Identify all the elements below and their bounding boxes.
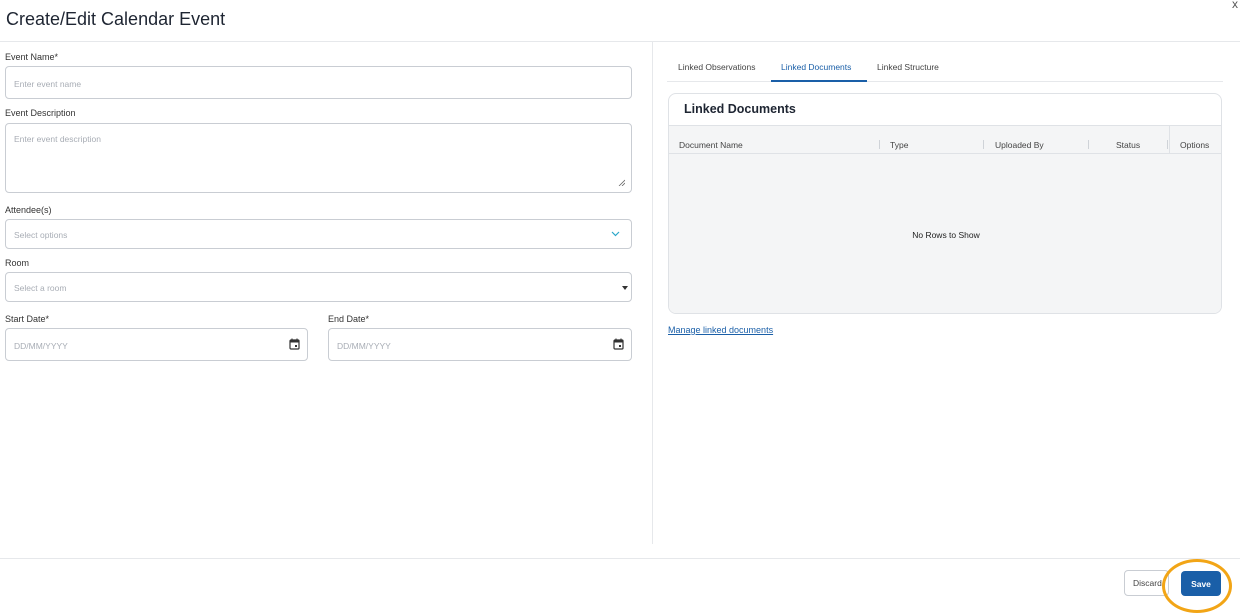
linked-documents-grid: Linked Documents Document Name Type Uplo… [668,93,1222,314]
modal-footer: Discard Save [0,558,1240,613]
save-button[interactable]: Save [1181,571,1221,596]
column-header-document-name[interactable]: Document Name [679,140,743,150]
column-header-status[interactable]: Status [1116,140,1140,150]
event-name-placeholder: Enter event name [14,79,82,89]
tab-linked-documents[interactable]: Linked Documents [781,62,851,72]
tab-linked-observations[interactable]: Linked Observations [678,62,756,72]
event-name-input[interactable]: Enter event name [5,66,632,99]
column-header-type[interactable]: Type [890,140,908,150]
column-separator[interactable] [1167,140,1168,149]
pinned-column-divider [1169,126,1170,155]
linked-tabs: Linked Observations Linked Documents Lin… [667,52,1223,82]
column-separator[interactable] [1088,140,1089,149]
chevron-down-icon[interactable] [611,231,620,237]
grid-header: Document Name Type Uploaded By Status Op… [669,125,1221,155]
page-title: Create/Edit Calendar Event [6,9,226,29]
event-description-placeholder: Enter event description [14,134,101,144]
attendees-placeholder: Select options [14,230,68,240]
close-button[interactable]: x [1232,0,1238,11]
calendar-icon[interactable] [613,338,624,350]
end-date-input[interactable]: DD/MM/YYYY [328,328,632,361]
event-name-label: Event Name* [5,52,59,62]
empty-state-message: No Rows to Show [912,230,980,240]
start-date-placeholder: DD/MM/YYYY [14,341,68,351]
room-label: Room [5,258,30,268]
grid-body: No Rows to Show [669,154,1221,313]
event-form: Event Name* Enter event name Event Descr… [0,42,652,558]
calendar-icon[interactable] [289,338,300,350]
modal-header: Create/Edit Calendar Event x [0,0,1240,42]
column-separator[interactable] [879,140,880,149]
event-description-textarea[interactable]: Enter event description [5,123,632,193]
column-header-uploaded-by[interactable]: Uploaded By [995,140,1044,150]
resize-grip-icon[interactable] [618,179,625,186]
attendees-select[interactable]: Select options [5,219,632,249]
grid-title: Linked Documents [684,102,796,116]
start-date-label: Start Date* [5,314,50,324]
linked-items-panel: Linked Observations Linked Documents Lin… [652,42,1240,544]
attendees-label: Attendee(s) [5,205,52,215]
discard-button[interactable]: Discard [1124,570,1169,596]
end-date-placeholder: DD/MM/YYYY [337,341,391,351]
start-date-input[interactable]: DD/MM/YYYY [5,328,308,361]
column-separator[interactable] [983,140,984,149]
tab-linked-structure[interactable]: Linked Structure [877,62,939,72]
room-select[interactable]: Select a room [5,272,632,302]
active-tab-indicator [771,80,867,82]
end-date-label: End Date* [328,314,370,324]
event-description-label: Event Description [5,108,76,118]
manage-linked-documents-link[interactable]: Manage linked documents [668,325,773,335]
room-placeholder: Select a room [14,283,67,293]
dropdown-caret-icon[interactable] [622,286,628,290]
column-header-options[interactable]: Options [1180,140,1209,150]
